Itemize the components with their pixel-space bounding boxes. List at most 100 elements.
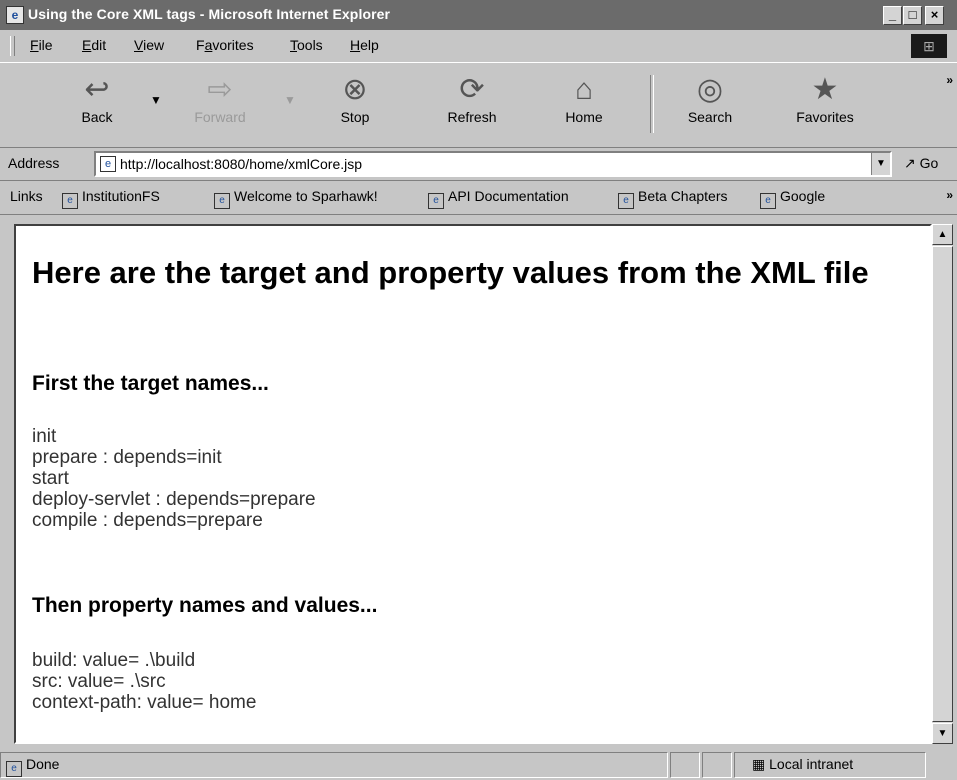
search-icon: ◎: [696, 73, 724, 106]
refresh-button[interactable]: ⟳ Refresh: [432, 73, 512, 126]
link-page-icon: e: [214, 193, 230, 209]
menu-view-label: iew: [143, 37, 165, 53]
forward-button[interactable]: ⇨ Forward: [180, 73, 260, 126]
refresh-icon: ⟳: [459, 73, 485, 106]
link-label: InstitutionFS: [82, 188, 160, 204]
target-list: init prepare : depends=init start deploy…: [32, 426, 316, 531]
status-bar: e Done ▦ Local intranet: [0, 750, 957, 780]
status-zone-label: Local intranet: [769, 756, 854, 772]
status-done: e Done: [6, 756, 59, 777]
search-button[interactable]: ◎ Search: [672, 73, 748, 126]
page-content: Here are the target and property values …: [14, 224, 932, 744]
refresh-label: Refresh: [447, 109, 497, 125]
go-label: Go: [919, 155, 939, 171]
home-button[interactable]: ⌂ Home: [548, 73, 620, 126]
forward-dropdown-icon[interactable]: ▼: [284, 93, 296, 107]
minimize-button[interactable]: _: [883, 6, 902, 25]
address-bar: Address e http://localhost:8080/home/xml…: [0, 146, 957, 181]
menu-file[interactable]: File: [30, 37, 53, 53]
stop-label: Stop: [340, 109, 370, 125]
favorites-button[interactable]: ★ Favorites: [780, 73, 870, 126]
vertical-scrollbar[interactable]: ▲ ▼: [932, 224, 953, 744]
menubar-grip[interactable]: [10, 36, 15, 56]
link-beta-chapters[interactable]: e Beta Chapters: [618, 188, 728, 209]
back-dropdown-icon[interactable]: ▼: [150, 93, 162, 107]
link-institutionfs[interactable]: e InstitutionFS: [62, 188, 160, 209]
scroll-down-icon[interactable]: ▼: [932, 723, 953, 744]
menu-help-accel: H: [350, 37, 361, 53]
address-dropdown-icon[interactable]: ▼: [871, 153, 890, 175]
forward-label: Forward: [194, 109, 246, 125]
menu-edit-label: dit: [91, 37, 107, 53]
go-arrow-icon: ↗: [904, 155, 916, 171]
back-label: Back: [81, 109, 113, 125]
section-heading-properties: Then property names and values...: [32, 594, 378, 617]
standard-toolbar: ↩ Back ▼ ⇨ Forward ▼ ⊗ Stop ⟳ Refresh ⌂ …: [0, 62, 957, 148]
menu-view[interactable]: View: [134, 37, 164, 53]
target-item: deploy-servlet : depends=prepare: [32, 489, 316, 510]
menu-favorites-label-a: F: [196, 37, 205, 53]
back-arrow-icon: ↩: [84, 73, 110, 106]
status-zone: ▦ Local intranet: [752, 756, 853, 773]
menu-favorites-label-b: vorites: [212, 37, 254, 53]
property-item: build: value= .\build: [32, 650, 196, 671]
menu-view-accel: V: [134, 37, 144, 53]
section-heading-targets: First the target names...: [32, 372, 269, 395]
property-list: build: value= .\build src: value= .\src …: [32, 650, 256, 713]
toolbar-separator: [650, 75, 654, 133]
link-label: API Documentation: [448, 188, 569, 204]
scroll-thumb[interactable]: [932, 246, 953, 722]
link-api-documentation[interactable]: e API Documentation: [428, 188, 569, 209]
home-label: Home: [565, 109, 603, 125]
property-item: context-path: value= home: [32, 692, 257, 713]
status-main-pane: [0, 752, 668, 778]
close-button[interactable]: ×: [925, 6, 944, 25]
menu-tools-accel: T: [290, 37, 297, 53]
menu-edit[interactable]: Edit: [82, 37, 106, 53]
link-label: Beta Chapters: [638, 188, 728, 204]
page-icon: e: [100, 156, 116, 172]
target-item: prepare : depends=init: [32, 447, 222, 468]
menu-bar: File Edit View Favorites Tools Help: [0, 32, 957, 60]
target-item: compile : depends=prepare: [32, 510, 263, 531]
scroll-up-icon[interactable]: ▲: [932, 224, 953, 245]
toolbar-chevron-icon[interactable]: »: [946, 73, 953, 87]
menu-edit-accel: E: [82, 37, 92, 53]
links-label[interactable]: Links: [10, 188, 43, 204]
status-pane: [702, 752, 732, 778]
intranet-zone-icon: ▦: [752, 756, 766, 772]
menu-help[interactable]: Help: [350, 37, 379, 53]
search-label: Search: [687, 109, 733, 125]
title-bar: e Using the Core XML tags - Microsoft In…: [0, 0, 957, 30]
status-page-icon: e: [6, 761, 22, 777]
link-sparhawk[interactable]: e Welcome to Sparhawk!: [214, 188, 378, 209]
property-item: src: value= .\src: [32, 671, 166, 692]
ie-app-icon[interactable]: e: [6, 6, 24, 24]
status-text: Done: [26, 756, 60, 772]
favorites-icon: ★: [811, 73, 839, 106]
target-item: start: [32, 468, 69, 489]
go-button[interactable]: ↗ Go: [904, 155, 938, 172]
stop-icon: ⊗: [342, 73, 368, 106]
target-item: init: [32, 426, 57, 447]
links-chevron-icon[interactable]: »: [946, 188, 953, 202]
forward-arrow-icon: ⇨: [207, 73, 233, 106]
menu-favorites[interactable]: Favorites: [196, 37, 254, 53]
address-input[interactable]: e http://localhost:8080/home/xmlCore.jsp…: [94, 151, 892, 177]
link-label: Google: [780, 188, 826, 204]
link-page-icon: e: [428, 193, 444, 209]
link-google[interactable]: e Google: [760, 188, 825, 209]
link-page-icon: e: [618, 193, 634, 209]
back-button[interactable]: ↩ Back: [62, 73, 132, 126]
address-label: Address: [8, 155, 60, 171]
stop-button[interactable]: ⊗ Stop: [320, 73, 390, 126]
status-pane: [670, 752, 700, 778]
favorites-label: Favorites: [796, 109, 854, 125]
menu-tools[interactable]: Tools: [290, 37, 323, 53]
windows-logo-icon: ⊞: [911, 34, 947, 58]
address-url[interactable]: http://localhost:8080/home/xmlCore.jsp: [120, 156, 362, 172]
link-page-icon: e: [62, 193, 78, 209]
home-icon: ⌂: [574, 73, 594, 106]
maximize-button[interactable]: □: [903, 6, 922, 25]
menu-file-accel: F: [30, 37, 39, 53]
